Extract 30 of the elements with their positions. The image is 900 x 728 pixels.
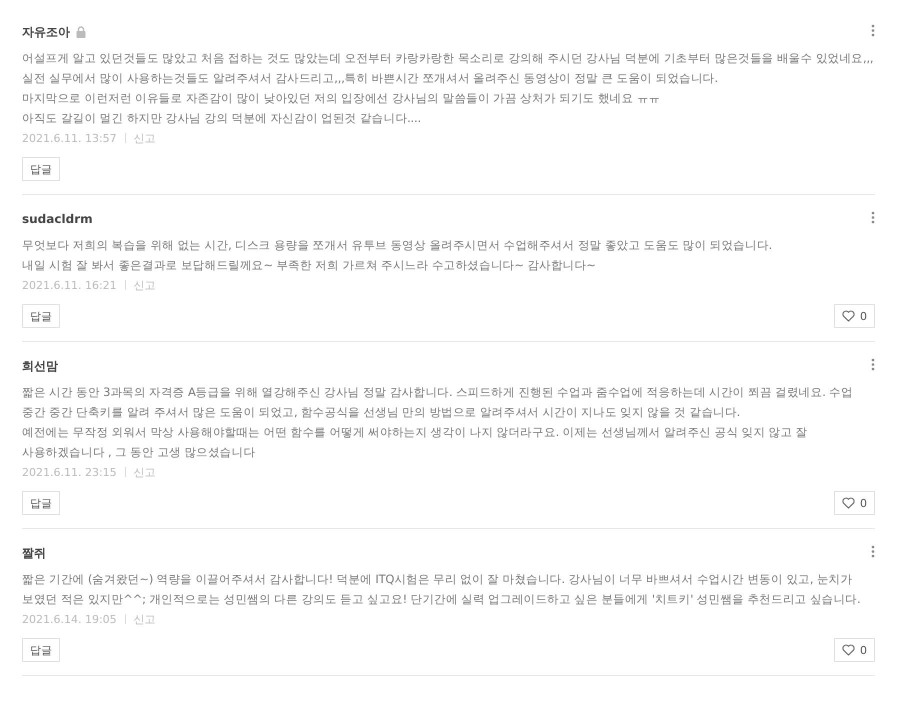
comment-date: 2021.6.11. 23:15 bbox=[22, 466, 117, 478]
author-name: 짤쥐 bbox=[22, 544, 46, 562]
reply-button[interactable]: 답글 bbox=[22, 491, 60, 515]
like-button[interactable]: 0 bbox=[834, 304, 875, 328]
like-button[interactable]: 0 bbox=[834, 491, 875, 515]
comment-text: 내일 시험 잘 봐서 좋은결과로 보답해드릴께요~ 부족한 저희 가르쳐 주시느라 수고하셨습니다~ 감사합니다~ bbox=[22, 257, 597, 274]
comment-date: 2021.6.14. 19:05 bbox=[22, 612, 117, 626]
heart-icon bbox=[842, 644, 855, 656]
comment-text: 짧은 시간 동안 3과목의 자격증 A등급을 위해 열강해주신 강사님 정말 감사합니다. 스피드하게 진행된 수업과 줌수업에 적응하는데 시간이 쬐끔 걸렸네요. 수업 중간 중간 단축키를 알려 주셔서 많은 도움이 되었고, 함수공식을 선생님 만의 방법으로 알려주셔서 시간이 지나도 잊지 않을 것 같습니다. bbox=[22, 384, 854, 421]
comment-text: 짧은 기간에 (숨겨왔던~) 역량을 이끌어주셔서 감사합니다! 덕분에 ITQ시험은 무리 없이 잘 마쳤습니다. 강사님이 너무 바쁘셔서 수업시간 변동이 있고, 눈치가 보였던 적은 있지만^^; 개인적으로는 성민쌤의 다른 강의도 듣고 싶고요! 단기간에 실력 업그레이드하고 싶은 분들에게 '치트키' 성민쌤을 추천드리고 싶습니다. bbox=[22, 571, 862, 608]
reply-button[interactable]: 답글 bbox=[22, 157, 60, 181]
author-name: sudacldrm bbox=[22, 212, 93, 226]
heart-icon bbox=[842, 497, 855, 509]
more-options-icon[interactable] bbox=[871, 211, 875, 224]
like-button[interactable]: 0 bbox=[834, 638, 875, 662]
comment-date: 2021.6.11. 13:57 bbox=[22, 132, 117, 144]
comment-text: 아직도 갈길이 멀긴 하지만 강사님 강의 덕분에 자신감이 업된것 같습니다.... bbox=[22, 110, 422, 127]
comment-text: 마지막으로 이런저런 이유들로 자존감이 많이 낮아있던 저의 입장에선 강사님의 말씀들이 가끔 상처가 되기도 했네요 ㅠㅠ bbox=[22, 90, 662, 107]
author-name: 자유조아 bbox=[22, 24, 70, 40]
author-name: 희선맘 bbox=[22, 358, 58, 374]
more-options-icon[interactable] bbox=[871, 24, 875, 37]
reply-button[interactable]: 답글 bbox=[22, 304, 60, 328]
comment-text: 어설프게 알고 있던것들도 많았고 처음 접하는 것도 많았는데 오전부터 카랑카랑한 목소리로 강의해 주시던 강사님 덕분에 기초부터 많은것들을 배울수 있었네요,,, 실전 실무에서 많이 사용하는것들도 알려주셔서 감사드리고,,,특히 바쁜시간 쪼개셔서 올려주신 동영상이 정말 큰 도움이 되었습니다. bbox=[22, 50, 874, 87]
reply-button[interactable]: 답글 bbox=[22, 638, 60, 662]
comment-text: 무엇보다 저희의 복습을 위해 없는 시간, 디스크 용량을 쪼개서 유투브 동영상 올려주시면서 수업해주셔서 정말 좋았고 도움도 많이 되었습니다. bbox=[22, 237, 774, 254]
more-options-icon[interactable] bbox=[871, 545, 875, 558]
more-options-icon[interactable] bbox=[871, 358, 875, 371]
heart-icon bbox=[842, 310, 855, 322]
comment-text: 예전에는 무작정 외워서 막상 사용해야할때는 어떤 함수를 어떻게 써야하는지 생각이 나지 않더라구요. 이제는 선생님께서 알려주신 공식 잊지 않고 잘 사용하겠습니다 , 그 동안 고생 많으셨습니다 bbox=[22, 424, 808, 461]
comment-date: 2021.6.11. 16:21 bbox=[22, 278, 117, 292]
